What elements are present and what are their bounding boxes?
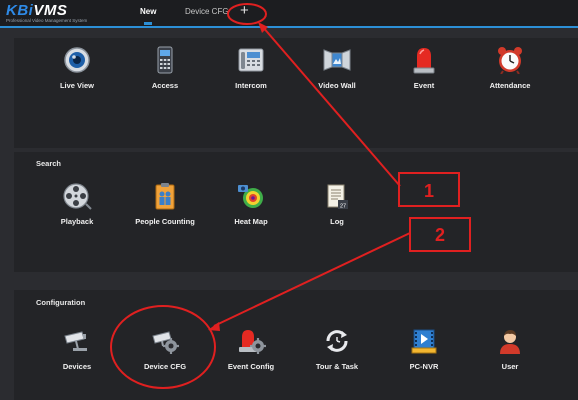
attendance-label: Attendance — [489, 81, 531, 90]
configuration-panel: Configuration Devices Device CFG Event C… — [14, 290, 578, 400]
nvr-film-icon — [411, 329, 437, 354]
camera-gear-icon — [152, 331, 179, 354]
people-counting-label: People Counting — [135, 217, 195, 226]
attendance-button[interactable]: Attendance — [470, 46, 550, 90]
intercom-phone-icon — [238, 48, 264, 72]
device-cfg-label: Device CFG — [143, 362, 187, 371]
access-button[interactable]: Access — [125, 46, 205, 90]
heat-map-label: Heat Map — [234, 217, 268, 226]
user-button[interactable]: User — [470, 327, 550, 371]
app-logo: KBiVMS Professional Video Management Sys… — [6, 2, 87, 23]
search-section-title: Search — [36, 159, 62, 168]
refresh-clock-icon — [326, 330, 348, 352]
alarm-clock-icon — [498, 47, 522, 74]
video-wall-icon — [323, 49, 351, 71]
event-config-label: Event Config — [227, 362, 275, 371]
pc-nvr-button[interactable]: PC-NVR — [384, 327, 464, 371]
tour-task-button[interactable]: Tour & Task — [297, 327, 377, 371]
heat-map-button[interactable]: Heat Map — [211, 182, 291, 226]
camera-lens-icon — [64, 47, 90, 73]
tour-task-label: Tour & Task — [315, 362, 359, 371]
video-wall-label: Video Wall — [318, 81, 356, 90]
video-wall-button[interactable]: Video Wall — [297, 46, 377, 90]
svg-text:27: 27 — [340, 204, 346, 210]
main-modules-panel: Live View Access Intercom Video Wall Eve… — [14, 38, 578, 148]
people-counting-icon — [155, 183, 175, 210]
device-cfg-button[interactable]: Device CFG — [125, 327, 205, 371]
pc-nvr-label: PC-NVR — [409, 362, 439, 371]
event-label: Event — [413, 81, 435, 90]
log-document-icon: 27 — [327, 184, 348, 210]
access-terminal-icon — [157, 46, 173, 74]
intercom-label: Intercom — [235, 81, 267, 90]
logo-subtitle: Professional Video Management System — [6, 18, 88, 23]
access-label: Access — [151, 81, 179, 90]
playback-button[interactable]: Playback — [37, 182, 117, 226]
log-button[interactable]: 27 Log — [297, 182, 377, 226]
user-label: User — [501, 362, 519, 371]
configuration-section-title: Configuration — [36, 298, 86, 307]
heat-map-icon — [238, 185, 263, 208]
top-bar: KBiVMS Professional Video Management Sys… — [0, 0, 578, 28]
devices-button[interactable]: Devices — [37, 327, 117, 371]
intercom-button[interactable]: Intercom — [211, 46, 291, 90]
cctv-camera-icon — [64, 331, 87, 351]
tab-device-cfg[interactable]: Device CFG — [185, 7, 229, 16]
logo-text: KBiVMS — [6, 2, 68, 19]
devices-label: Devices — [62, 362, 92, 371]
search-panel: Search Playback People Counting Heat Map… — [14, 152, 578, 272]
alarm-siren-icon — [413, 48, 435, 74]
people-counting-button[interactable]: People Counting — [125, 182, 205, 226]
tab-new[interactable]: New — [140, 7, 156, 25]
live-view-label: Live View — [59, 81, 95, 90]
live-view-button[interactable]: Live View — [37, 46, 117, 90]
film-reel-icon — [63, 183, 92, 210]
user-avatar-icon — [500, 330, 520, 354]
event-config-button[interactable]: Event Config — [211, 327, 291, 371]
event-button[interactable]: Event — [384, 46, 464, 90]
log-label: Log — [330, 217, 344, 226]
add-tab-button[interactable]: + — [240, 3, 249, 18]
playback-label: Playback — [60, 217, 94, 226]
siren-gear-icon — [239, 330, 266, 354]
